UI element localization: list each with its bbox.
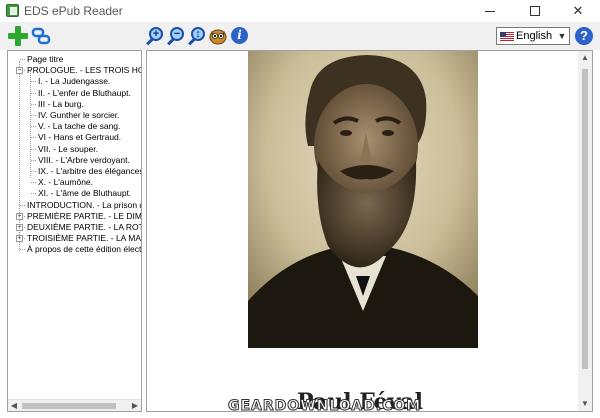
toc-item-label: INTRODUCTION. - La prison de Francfort [27,199,141,210]
toc-item-label: II. - L'enfer de Bluthaupt. [38,87,131,98]
author-portrait [248,51,478,348]
toc-item[interactable]: + TROISIÈME PARTIE. - LA MAISON [8,233,141,244]
maximize-button[interactable] [513,0,557,22]
zoom-fit-button[interactable]: ↕ [187,26,207,46]
link-icon [31,27,51,45]
toc-sidebar: Page titre−PROLOGUE. - LES TROIS HOMMESI… [7,50,142,412]
expand-icon[interactable]: + [16,212,23,220]
toc-item-label: X. - L'aumône. [38,177,94,188]
tree-connector [31,103,36,105]
toc-item-label: IX. - L'arbitre des élégances. [38,166,141,176]
chevron-down-icon: ▼ [557,31,567,41]
toc-item[interactable]: XI. - L'âme de Bluthaupt. [8,188,141,199]
help-button[interactable]: ? [575,27,593,45]
toc-item[interactable]: V. - La tache de sang. [8,121,141,132]
expand-icon[interactable]: + [16,224,23,231]
toc-item[interactable]: II. - L'enfer de Bluthaupt. [8,88,141,99]
title-bar: EDS ePub Reader ✕ [0,0,600,22]
reader-content: Paul Féval ▲ ▼ [146,50,593,412]
toc-item-label: PROLOGUE. - LES TROIS HOMMES [27,65,141,76]
toc-item[interactable]: À propos de cette édition électronique [8,244,141,255]
info-button[interactable]: i [231,26,251,46]
toc-item[interactable]: VIII. - L'Arbre verdoyant. [8,155,141,166]
language-select-value: English [516,30,553,42]
toc-item[interactable]: + DEUXIÈME PARTIE. - LA ROTONDE [8,222,141,233]
toc-item[interactable]: + PREMIÈRE PARTIE. - LE DIMANCHE [8,211,141,222]
minimize-button[interactable] [468,0,512,22]
toc-horizontal-scrollbar[interactable]: ◀ ▶ [8,399,141,411]
tree-connector [31,126,36,128]
tree-connector [31,159,36,161]
tree-connector [20,249,25,251]
watermark: GEARDOWNLOAD.COM [227,398,422,415]
app-icon [6,4,19,17]
scroll-right-icon[interactable]: ▶ [129,400,141,411]
toc-item[interactable]: I. - La Judengasse. [8,76,141,87]
content-vertical-scrollbar[interactable]: ▲ ▼ [578,51,592,411]
tree-connector [31,81,36,83]
scroll-down-icon[interactable]: ▼ [578,397,592,411]
tree-connector [31,182,36,184]
toc-item-label: V. - La tache de sang. [38,121,121,132]
language-select[interactable]: English ▼ [496,27,570,45]
window-title: EDS ePub Reader [24,4,123,18]
add-book-button[interactable] [8,26,28,46]
tree-connector [20,59,25,60]
minimize-icon [485,10,495,12]
owl-icon [209,29,227,45]
toc-item-label: I. - La Judengasse. [38,76,111,87]
toc-item-label: VI - Hans et Gertraud. [38,132,122,143]
tree-connector [31,92,36,94]
close-icon: ✕ [572,3,584,18]
zoom-in-button[interactable]: + [145,26,165,46]
toc-item-label: PREMIÈRE PARTIE. - LE DIMANCHE [27,210,141,221]
tree-connector [31,148,36,150]
tree-connector [31,115,36,116]
toc-item-label: Page titre [27,54,64,64]
scroll-left-icon[interactable]: ◀ [8,400,20,411]
scroll-thumb[interactable] [22,403,116,409]
toc-item[interactable]: INTRODUCTION. - La prison de Francfort [8,200,141,211]
toc-item-label: DEUXIÈME PARTIE. - LA ROTONDE [27,222,141,232]
tree-connector [31,171,36,172]
toc-tree: Page titre−PROLOGUE. - LES TROIS HOMMESI… [8,51,141,400]
collapse-icon[interactable]: − [16,67,23,75]
toc-item[interactable]: VII. - Le souper. [8,144,141,155]
expand-icon[interactable]: + [16,235,23,243]
toc-item-label: IV. Gunther le sorcier. [38,110,120,120]
owl-button[interactable] [208,26,228,46]
toc-item-label: VIII. - L'Arbre verdoyant. [38,154,130,165]
tree-connector [31,137,36,139]
toc-item[interactable]: Page titre [8,54,141,65]
toc-item[interactable]: IX. - L'arbitre des élégances. [8,166,141,177]
toc-item[interactable]: −PROLOGUE. - LES TROIS HOMMES [8,65,141,76]
maximize-icon [530,6,540,16]
close-button[interactable]: ✕ [556,0,600,22]
toc-item[interactable]: X. - L'aumône. [8,177,141,188]
tree-connector [20,204,25,206]
link-button[interactable] [31,26,51,46]
toc-item-label: TROISIÈME PARTIE. - LA MAISON [27,233,141,244]
toc-item[interactable]: III - La burg. [8,99,141,110]
toc-item[interactable]: VI - Hans et Gertraud. [8,132,141,143]
scroll-up-icon[interactable]: ▲ [578,51,592,65]
toc-item-label: VII. - Le souper. [38,143,99,154]
us-flag-icon [500,31,514,41]
zoom-out-button[interactable]: − [166,26,186,46]
info-icon: i [231,27,248,44]
toc-item-label: XI. - L'âme de Bluthaupt. [38,188,132,199]
toc-item-label: III - La burg. [38,98,84,109]
toc-item-label: À propos de cette édition électronique [27,244,141,255]
tree-connector [31,193,36,195]
toc-item[interactable]: IV. Gunther le sorcier. [8,110,141,121]
scroll-thumb[interactable] [582,69,588,369]
